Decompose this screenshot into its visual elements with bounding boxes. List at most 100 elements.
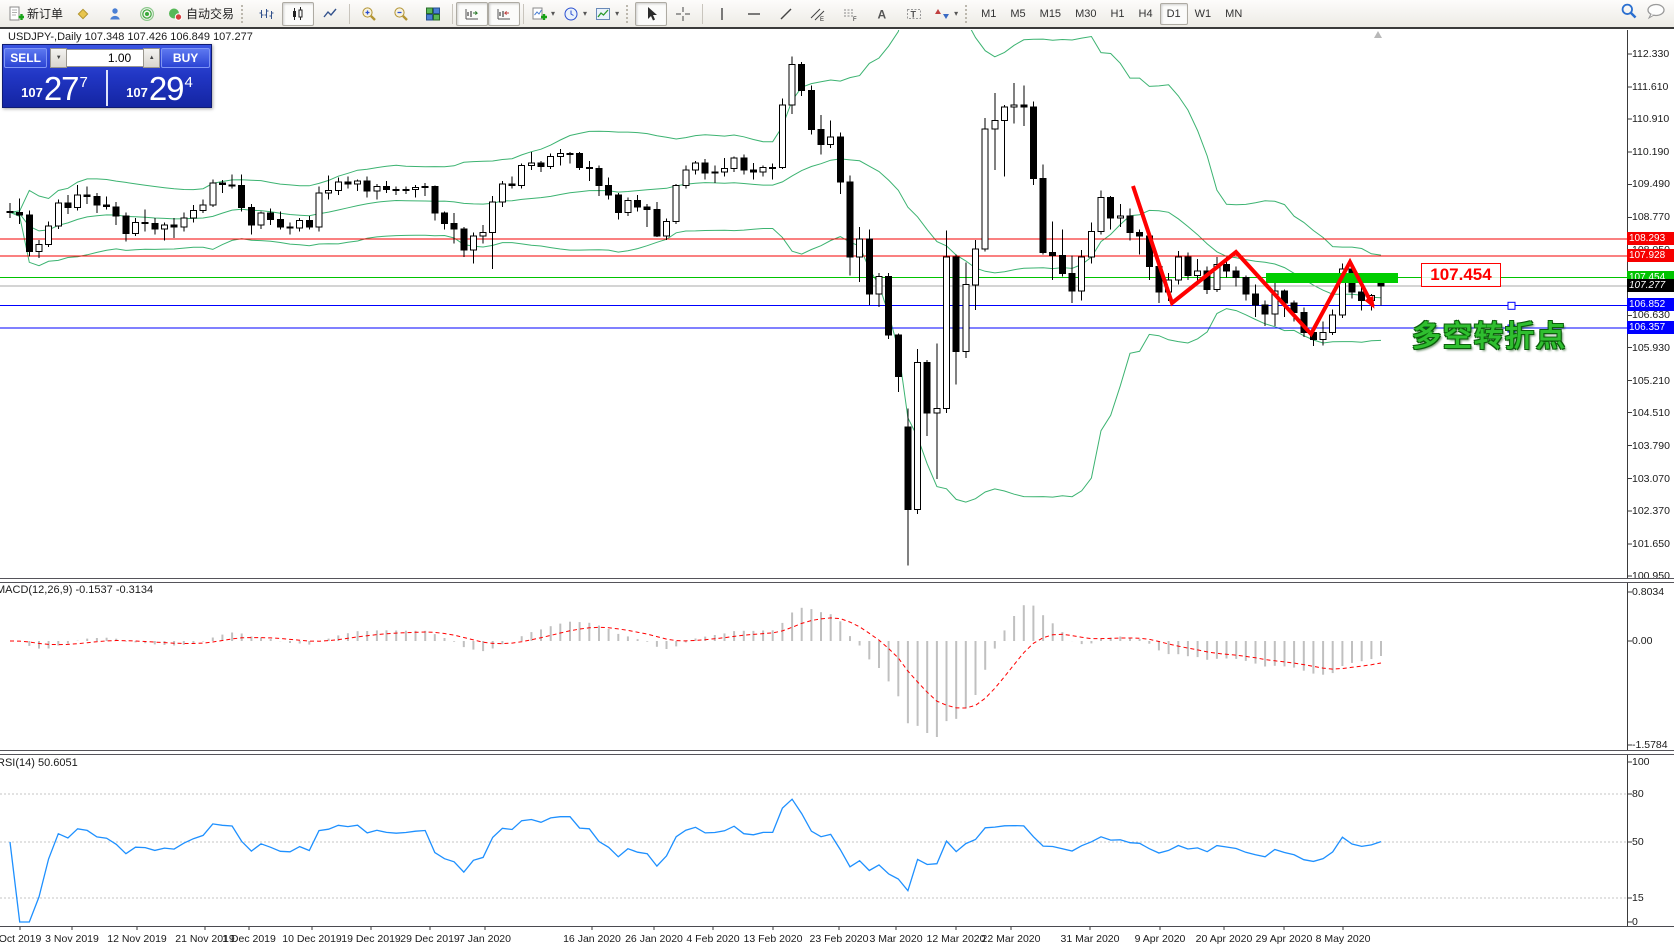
timeframe-m15-button[interactable]: M15 (1033, 3, 1068, 25)
sell-price-big: 27 (44, 74, 79, 104)
community-button[interactable] (99, 2, 131, 26)
templates-button[interactable]: ▾ (591, 2, 623, 26)
toolbar-drag-handle[interactable] (965, 5, 971, 23)
toolbar: 新订单 自动交易 (0, 0, 1674, 28)
timeframe-m30-button[interactable]: M30 (1068, 3, 1103, 25)
volume-decrease-button[interactable]: ▼ (50, 48, 67, 68)
buy-price-sup: 4 (185, 74, 193, 91)
arrows-button[interactable]: ▾ (930, 2, 962, 26)
buy-price-big: 29 (149, 74, 184, 104)
autotrading-icon (167, 6, 183, 22)
fibonacci-button[interactable]: F (834, 2, 866, 26)
add-indicator-button[interactable]: ▾ (527, 2, 559, 26)
toolbar-separator (452, 4, 453, 24)
autotrading-button[interactable]: 自动交易 (163, 2, 238, 26)
mql-editor-icon (75, 6, 91, 22)
text-icon: A (874, 6, 890, 22)
timeframe-h1-button[interactable]: H1 (1103, 3, 1131, 25)
candlestick-chart-button[interactable] (282, 2, 314, 26)
mt4-terminal-window: 新订单 自动交易 (0, 0, 1674, 949)
rsi-label: RSI(14) 50.6051 (0, 757, 78, 769)
search-icon[interactable] (1620, 2, 1638, 20)
dropdown-caret: ▾ (615, 9, 619, 18)
candlestick-chart-icon (290, 6, 306, 22)
horizontal-line-button[interactable] (738, 2, 770, 26)
zoom-in-button[interactable] (353, 2, 385, 26)
vertical-line-icon (714, 6, 730, 22)
zoom-out-icon (393, 6, 409, 22)
timeframe-h4-button[interactable]: H4 (1132, 3, 1160, 25)
zigzag-annotation[interactable] (1133, 186, 1373, 334)
price-annotation-label[interactable]: 107.454 (1421, 263, 1501, 287)
volume-increase-button[interactable]: ▲ (143, 48, 160, 68)
window-divider (0, 27, 1674, 29)
timeframe-m5-button[interactable]: M5 (1003, 3, 1032, 25)
highlight-rectangle[interactable] (1266, 273, 1398, 283)
vertical-line-button[interactable] (706, 2, 738, 26)
fibonacci-icon: F (842, 6, 858, 22)
crosshair-button[interactable] (667, 2, 699, 26)
toolbar-separator (523, 4, 524, 24)
new-order-button[interactable]: 新订单 (4, 2, 67, 26)
svg-text:F: F (853, 17, 857, 22)
volume-input[interactable] (67, 49, 143, 67)
toolbar-drag-handle[interactable] (626, 5, 632, 23)
chart-shift-marker[interactable] (1374, 31, 1382, 38)
trend-line-button[interactable] (770, 2, 802, 26)
line-chart-button[interactable] (314, 2, 346, 26)
signals-button[interactable] (131, 2, 163, 26)
panel-separator[interactable] (0, 750, 1674, 755)
signals-icon (139, 6, 155, 22)
panel-separator[interactable] (0, 578, 1674, 583)
timeframe-w1-button[interactable]: W1 (1188, 3, 1219, 25)
timeframe-buttons: M1M5M15M30H1H4D1W1MN (974, 3, 1249, 25)
chart-autoscroll-button[interactable] (456, 2, 488, 26)
buy-price[interactable]: 107294 (108, 70, 211, 106)
toolbar-separator (702, 4, 703, 24)
chart-canvas[interactable] (0, 0, 1674, 949)
sell-price[interactable]: 107277 (3, 70, 108, 106)
mql-editor-button[interactable] (67, 2, 99, 26)
buy-button[interactable]: BUY (161, 48, 210, 68)
chinese-annotation-text[interactable]: 多空转折点 (1412, 313, 1567, 355)
sell-price-sup: 7 (80, 74, 88, 91)
text-button[interactable]: A (866, 2, 898, 26)
zoom-out-button[interactable] (385, 2, 417, 26)
zoom-in-icon (361, 6, 377, 22)
line-handle[interactable] (1508, 302, 1515, 309)
bar-chart-button[interactable] (250, 2, 282, 26)
cursor-icon (643, 6, 659, 22)
svg-text:A: A (878, 7, 887, 21)
timeframe-d1-button[interactable]: D1 (1160, 3, 1188, 25)
chat-icon[interactable] (1646, 2, 1666, 20)
toolbar-drag-handle[interactable] (241, 5, 247, 23)
chart-shift-button[interactable] (488, 2, 520, 26)
timeframe-m1-button[interactable]: M1 (974, 3, 1003, 25)
rsi-line (10, 799, 1381, 922)
candles (7, 56, 1384, 565)
periods-button[interactable]: ▾ (559, 2, 591, 26)
add-indicator-icon (531, 6, 547, 22)
sell-button[interactable]: SELL (4, 48, 47, 68)
chart-autoscroll-icon (464, 6, 480, 22)
equidistant-channel-icon: E (810, 6, 826, 22)
chart-title: USDJPY-,Daily 107.348 107.426 106.849 10… (8, 31, 253, 43)
new-order-label: 新订单 (27, 5, 63, 22)
toolbar-separator (349, 4, 350, 24)
community-icon (107, 6, 123, 22)
bar-chart-icon (258, 6, 274, 22)
buy-price-prefix: 107 (126, 85, 148, 100)
equidistant-channel-button[interactable]: E (802, 2, 834, 26)
templates-icon (595, 6, 611, 22)
text-label-icon: T (906, 6, 922, 22)
trend-line-icon (778, 6, 794, 22)
sell-price-prefix: 107 (21, 85, 43, 100)
timeframe-mn-button[interactable]: MN (1218, 3, 1249, 25)
text-label-button[interactable]: T (898, 2, 930, 26)
chart-shift-icon (496, 6, 512, 22)
tile-windows-icon (425, 6, 441, 22)
tile-windows-button[interactable] (417, 2, 449, 26)
one-click-trading-panel: SELL ▼ ▲ BUY 107277 107294 (2, 44, 212, 108)
line-chart-icon (322, 6, 338, 22)
cursor-button[interactable] (635, 2, 667, 26)
